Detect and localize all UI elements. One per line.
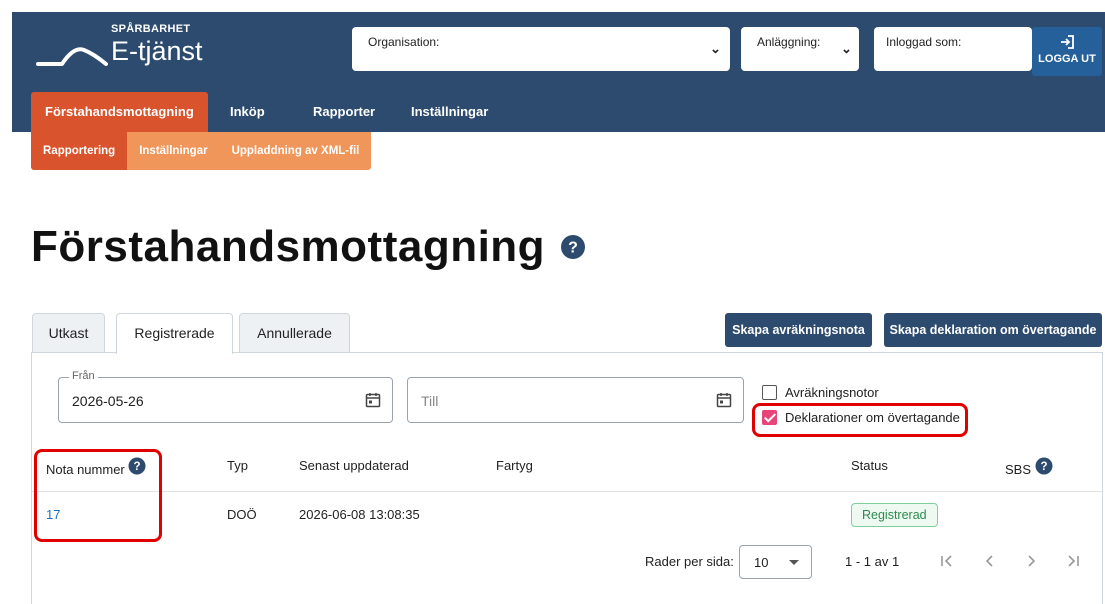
from-date-value: 2026-05-26	[72, 393, 144, 409]
organisation-label: Organisation:	[368, 35, 440, 49]
last-page-icon[interactable]	[1063, 550, 1083, 572]
nav-tab-installningar[interactable]: Inställningar	[411, 92, 488, 132]
rows-per-page-value: 10	[754, 555, 769, 570]
subnav-item-installningar[interactable]: Inställningar	[127, 132, 220, 170]
anlaggning-select[interactable]: Anläggning: ⌄	[741, 27, 859, 71]
nav-tab-inkop[interactable]: Inköp	[230, 92, 265, 132]
tab-utkast[interactable]: Utkast	[32, 313, 105, 353]
chevron-down-icon: ⌄	[710, 41, 721, 56]
app-root: SPÅRBARHET E-tjänst Organisation: ⌄ Anlä…	[0, 0, 1105, 604]
subnav-item-xml-upload[interactable]: Uppladdning av XML-fil	[219, 132, 372, 170]
help-icon[interactable]: ?	[560, 234, 586, 260]
nav-tab-forstahandsmottagning[interactable]: Förstahandsmottagning	[31, 92, 208, 132]
rows-per-page-select[interactable]: 10	[739, 545, 812, 579]
column-header-typ[interactable]: Typ	[227, 458, 248, 473]
checkbox-settlement-label: Avräkningsnotor	[785, 385, 879, 400]
brand-logo-icon	[36, 47, 108, 66]
table-cell-updated: 2026-06-08 13:08:35	[299, 507, 420, 522]
organisation-select[interactable]: Organisation: ⌄	[352, 27, 730, 71]
brand-name: E-tjänst	[111, 36, 203, 66]
chevron-down-icon: ⌄	[841, 41, 852, 56]
logged-in-label: Inloggad som:	[886, 35, 962, 49]
checkbox-settlement[interactable]	[762, 385, 777, 400]
brand-superscript: SPÅRBARHET	[111, 23, 191, 35]
logout-label: LOGGA UT	[1038, 53, 1096, 65]
calendar-icon[interactable]	[365, 392, 381, 408]
subnav-item-rapportering[interactable]: Rapportering	[31, 132, 128, 170]
pagination-range: 1 - 1 av 1	[845, 554, 900, 569]
rows-per-page-label: Rader per sida:	[645, 554, 734, 569]
logout-icon	[1061, 35, 1074, 49]
highlight-declaration-checkbox	[752, 403, 968, 437]
create-settlement-button[interactable]: Skapa avräkningsnota	[725, 313, 872, 347]
caret-down-icon	[789, 560, 799, 565]
column-header-updated[interactable]: Senast uppdaterad	[299, 458, 409, 473]
checkbox-settlement-row[interactable]: Avräkningsnotor	[762, 385, 879, 400]
column-header-status[interactable]: Status	[851, 458, 888, 473]
calendar-icon[interactable]	[716, 392, 732, 408]
tab-annullerade[interactable]: Annullerade	[239, 313, 350, 353]
table-cell-typ: DOÖ	[227, 507, 257, 522]
svg-text:?: ?	[568, 240, 578, 257]
from-date-label: Från	[69, 370, 98, 382]
column-header-fartyg[interactable]: Fartyg	[496, 458, 533, 473]
highlight-nota-column	[34, 449, 162, 542]
logged-in-box: Inloggad som:	[874, 27, 1032, 71]
sub-navigation: Rapportering Inställningar Uppladdning a…	[31, 132, 372, 170]
tab-registrerade[interactable]: Registrerade	[116, 313, 233, 354]
next-page-icon[interactable]	[1021, 550, 1041, 572]
top-header: SPÅRBARHET E-tjänst Organisation: ⌄ Anlä…	[12, 12, 1105, 132]
help-icon[interactable]: ?	[1035, 457, 1053, 475]
status-badge: Registrerad	[851, 503, 938, 527]
nav-tab-rapporter[interactable]: Rapporter	[313, 92, 375, 132]
previous-page-icon[interactable]	[980, 550, 1000, 572]
table-divider	[32, 491, 1102, 492]
to-date-placeholder: Till	[421, 393, 439, 409]
column-header-sbs[interactable]: SBS	[1005, 462, 1031, 477]
svg-text:?: ?	[1040, 461, 1047, 473]
anlaggning-label: Anläggning:	[757, 35, 821, 49]
logout-button[interactable]: LOGGA UT	[1032, 27, 1102, 76]
first-page-icon[interactable]	[937, 550, 957, 572]
from-date-field[interactable]: Från 2026-05-26	[58, 370, 393, 423]
to-date-field[interactable]: Till	[407, 377, 744, 423]
create-declaration-button[interactable]: Skapa deklaration om övertagande	[884, 313, 1102, 347]
page-title: Förstahandsmottagning	[31, 222, 546, 271]
